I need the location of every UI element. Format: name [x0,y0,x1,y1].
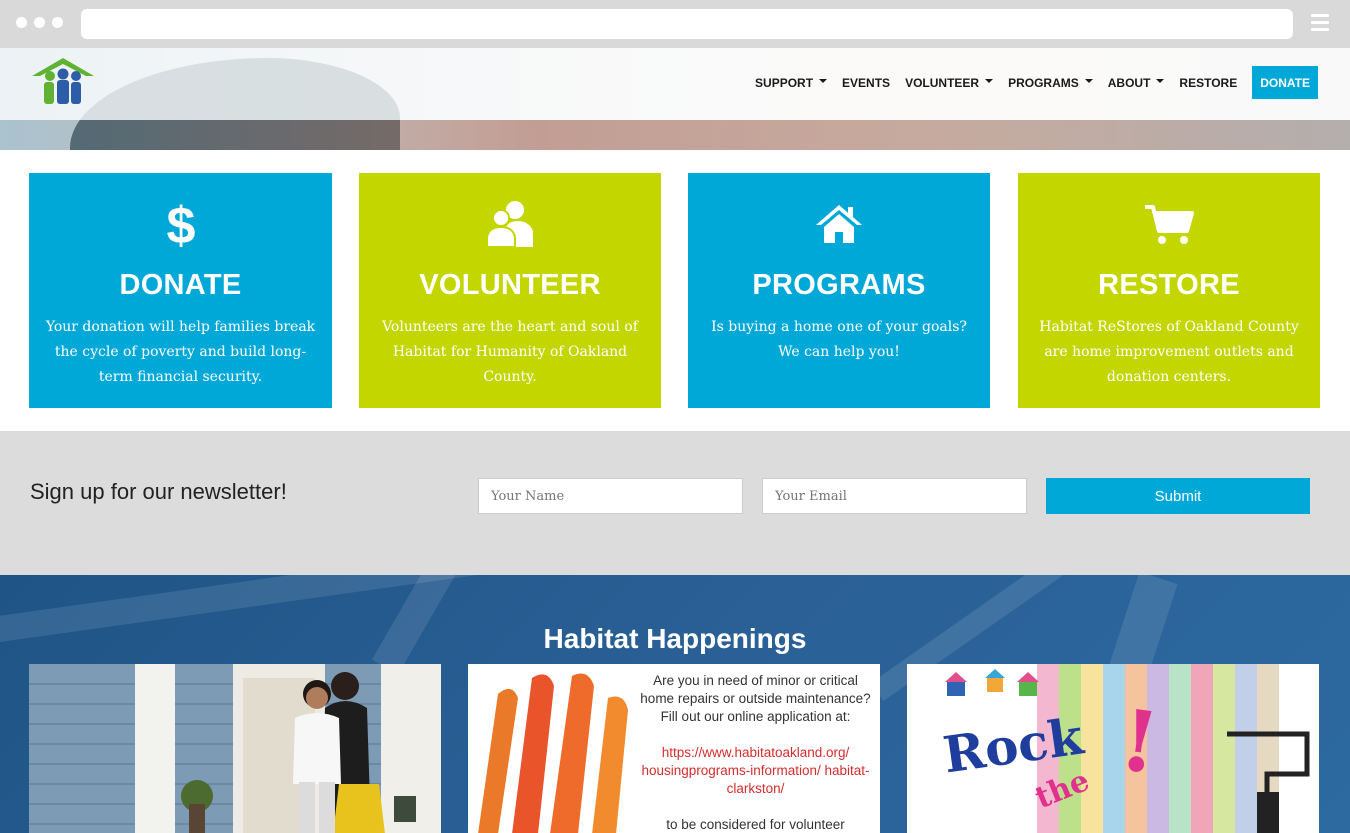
nav-restore[interactable]: RESTORE [1179,76,1237,90]
card-text: Volunteers are the heart and soul of Hab… [382,319,638,385]
card-text: Your donation will help families break t… [45,319,316,385]
home-icon [688,199,990,249]
window-dot[interactable] [52,17,63,28]
nav-about-label: ABOUT [1107,75,1151,90]
card-volunteer[interactable]: VOLUNTEER Volunteers are the heart and s… [359,173,661,408]
home-repair-intro: Are you in need of minor or critical hom… [640,673,871,724]
card-text: Is buying a home one of your goals? We c… [711,319,967,360]
nav-support-label: SUPPORT [755,75,814,90]
nav-programs[interactable]: PROGRAMS [1008,76,1093,90]
nav-volunteer[interactable]: VOLUNTEER [905,75,994,90]
chevron-down-icon [819,79,828,83]
submit-button[interactable]: Submit [1046,478,1310,514]
happenings-tile-family-photo[interactable] [29,664,441,833]
nav-about[interactable]: ABOUT [1108,76,1165,90]
nav-events[interactable]: EVENTS [842,76,890,90]
newsletter-title: Sign up for our newsletter! [30,479,287,504]
card-title: DONATE [119,269,242,301]
nav-restore-label: RESTORE [1179,75,1238,90]
address-bar[interactable] [81,9,1293,39]
happenings-tile-home-repair[interactable]: Are you in need of minor or critical hom… [468,664,880,833]
card-donate[interactable]: $ DONATE Your donation will help familie… [29,173,332,408]
email-input[interactable] [762,478,1027,514]
window-controls [16,17,63,28]
card-title: VOLUNTEER [419,269,601,301]
card-restore[interactable]: RESTORE Habitat ReStores of Oakland Coun… [1018,173,1320,408]
handprint-icon [468,664,638,833]
hero-photo-background [0,120,1350,150]
nav-programs-label: PROGRAMS [1008,75,1079,90]
happenings-section: Habitat Happenings Are you in need of mi… [0,575,1350,833]
dollar-icon: $ [29,199,332,249]
site-header: SUPPORT EVENTS VOLUNTEER PROGRAMS ABOUT … [0,48,1350,120]
happenings-tile-rock-the-block[interactable]: ! Rock the [907,664,1319,833]
card-title: RESTORE [1098,269,1240,301]
habitat-logo-icon[interactable] [30,54,96,110]
nav-events-label: EVENTS [842,75,891,90]
nav-volunteer-label: VOLUNTEER [905,75,980,90]
home-repair-tail: to be considered for volunteer [666,817,845,832]
family-photo-image [29,664,441,833]
browser-chrome [0,0,1350,48]
main-nav: SUPPORT EVENTS VOLUNTEER PROGRAMS ABOUT … [740,66,1318,99]
chevron-down-icon [1084,79,1093,83]
name-input[interactable] [478,478,743,514]
svg-text:$: $ [166,199,195,249]
cart-icon [1018,199,1320,249]
card-title: PROGRAMS [752,269,926,301]
chevron-down-icon [985,79,994,83]
people-icon [359,199,661,249]
hamburger-menu-icon[interactable] [1311,14,1329,35]
newsletter-section: Sign up for our newsletter! Submit [0,431,1350,575]
home-repair-link[interactable]: https://www.habitatoakland.org/ housingp… [641,745,869,796]
feature-cards: $ DONATE Your donation will help familie… [0,150,1350,431]
chevron-down-icon [1156,79,1165,83]
card-programs[interactable]: PROGRAMS Is buying a home one of your go… [688,173,990,408]
home-repair-text: Are you in need of minor or critical hom… [638,672,873,833]
window-dot[interactable] [34,17,45,28]
hero-banner: SUPPORT EVENTS VOLUNTEER PROGRAMS ABOUT … [0,48,1350,150]
happenings-title: Habitat Happenings [543,623,807,654]
nav-donate-button[interactable]: DONATE [1252,66,1318,99]
card-text: Habitat ReStores of Oakland County are h… [1039,319,1299,385]
window-dot[interactable] [16,17,27,28]
nav-support[interactable]: SUPPORT [755,75,828,90]
